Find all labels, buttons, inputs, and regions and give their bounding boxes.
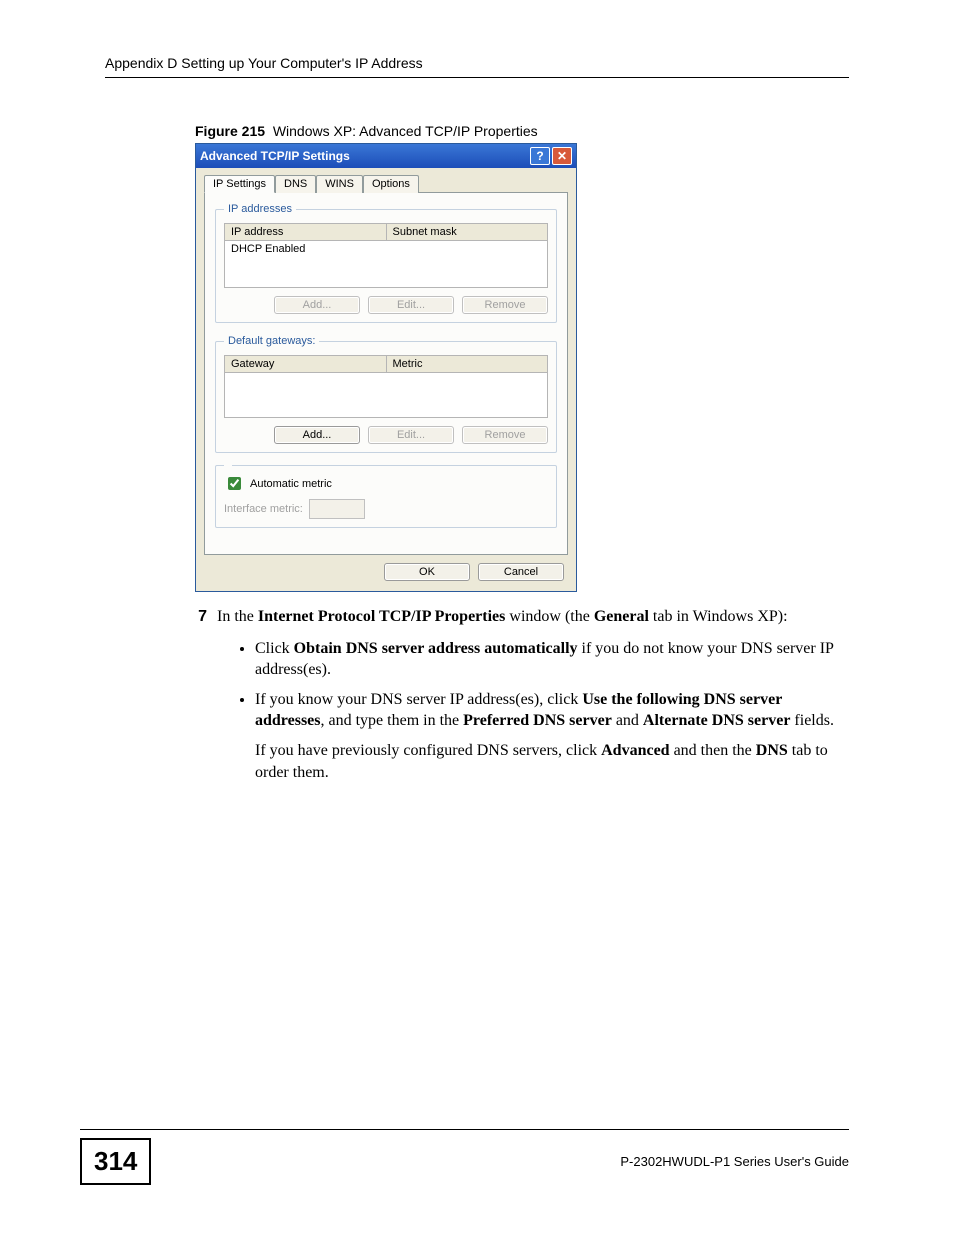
ip-addresses-legend: IP addresses [224,203,296,215]
guide-name: P-2302HWUDL-P1 Series User's Guide [620,1154,849,1169]
col-subnet-mask: Subnet mask [387,224,548,240]
ip-edit-button[interactable]: Edit... [368,296,454,314]
ip-add-button[interactable]: Add... [274,296,360,314]
help-icon[interactable]: ? [530,147,550,165]
interface-metric-input [309,499,365,519]
automatic-metric-label: Automatic metric [250,478,332,490]
close-icon[interactable]: ✕ [552,147,572,165]
automatic-metric-checkbox[interactable] [228,477,241,490]
tab-options[interactable]: Options [363,175,419,193]
tab-strip: IP Settings DNS WINS Options [196,168,576,192]
running-header: Appendix D Setting up Your Computer's IP… [105,55,849,78]
ip-list-header: IP address Subnet mask [224,223,548,241]
step-number: 7 [183,606,207,628]
bullet-1: Click Obtain DNS server address automati… [255,638,835,681]
gw-edit-button[interactable]: Edit... [368,426,454,444]
cancel-button[interactable]: Cancel [478,563,564,581]
ip-remove-button[interactable]: Remove [462,296,548,314]
figure-label: Figure 215 [195,123,265,139]
bullet-2: If you know your DNS server IP address(e… [255,689,835,732]
figure-text: Windows XP: Advanced TCP/IP Properties [273,123,538,139]
advanced-tcpip-dialog: Advanced TCP/IP Settings ? ✕ IP Settings… [195,143,577,592]
step-7: 7 In the Internet Protocol TCP/IP Proper… [183,606,833,628]
dialog-title: Advanced TCP/IP Settings [200,149,528,163]
figure-caption: Figure 215 Windows XP: Advanced TCP/IP P… [195,123,849,139]
default-gateways-group: Default gateways: Gateway Metric Add... … [215,335,557,453]
page-number: 314 [80,1138,151,1185]
page-footer: 314 P-2302HWUDL-P1 Series User's Guide [80,1129,849,1185]
ip-addresses-group: IP addresses IP address Subnet mask DHCP… [215,203,557,323]
ip-list-row: DHCP Enabled [231,243,305,255]
ip-list-body[interactable]: DHCP Enabled [224,241,548,288]
gw-add-button[interactable]: Add... [274,426,360,444]
step-bullets: Click Obtain DNS server address automati… [255,638,835,732]
default-gateways-legend: Default gateways: [224,335,319,347]
tab-wins[interactable]: WINS [316,175,363,193]
dialog-titlebar[interactable]: Advanced TCP/IP Settings ? ✕ [196,144,576,168]
interface-metric-label: Interface metric: [224,503,303,515]
col-ip-address: IP address [225,224,387,240]
gw-list-header: Gateway Metric [224,355,548,373]
gw-remove-button[interactable]: Remove [462,426,548,444]
col-metric: Metric [387,356,548,372]
dialog-footer: OK Cancel [196,563,576,591]
step-text: In the Internet Protocol TCP/IP Properti… [217,606,833,628]
tab-body: IP addresses IP address Subnet mask DHCP… [204,192,568,555]
tab-dns[interactable]: DNS [275,175,316,193]
tab-ip-settings[interactable]: IP Settings [204,175,275,193]
after-bullets-text: If you have previously configured DNS se… [255,740,835,783]
gw-list-body[interactable] [224,373,548,418]
col-gateway: Gateway [225,356,387,372]
ok-button[interactable]: OK [384,563,470,581]
metric-group: Automatic metric Interface metric: [215,465,557,528]
